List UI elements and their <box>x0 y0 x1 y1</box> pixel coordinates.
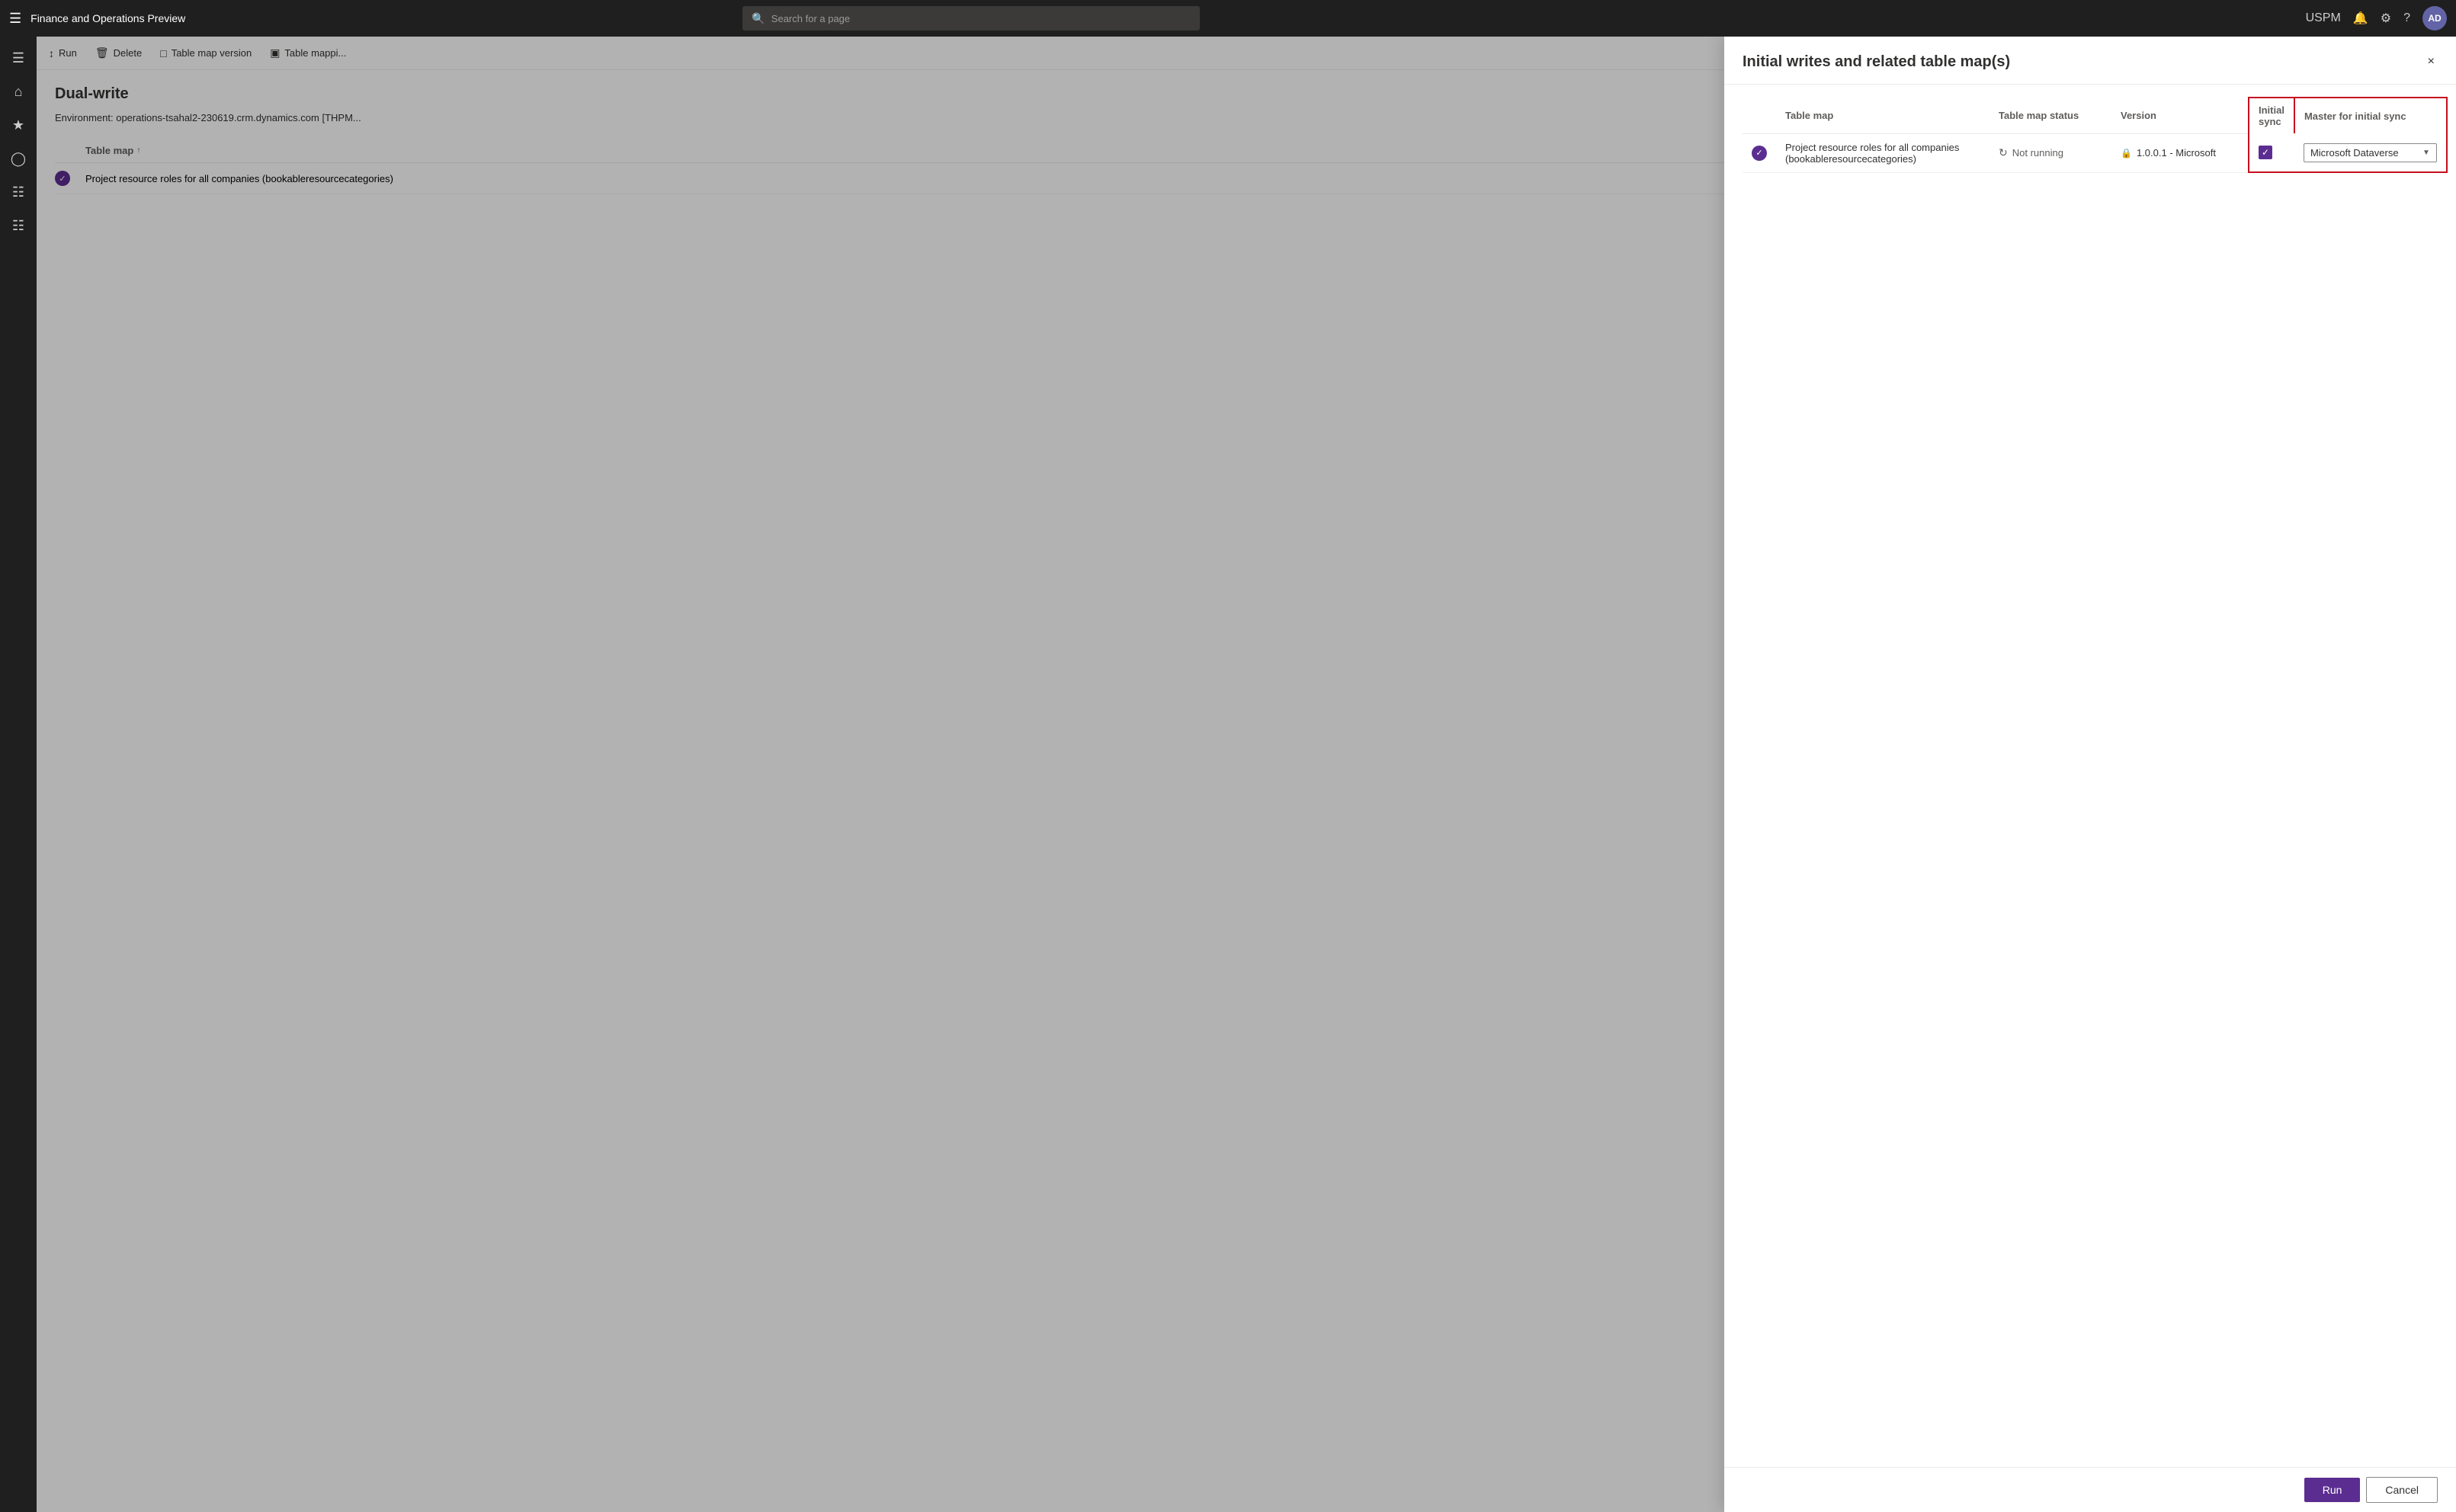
sidebar: ☰ ⌂ ★ ◯ ☷ ☷ <box>0 37 37 1512</box>
username-label: USPM <box>2306 11 2341 25</box>
help-icon[interactable]: ? <box>2403 11 2410 25</box>
modal-title: Initial writes and related table map(s) <box>1743 53 2010 71</box>
modal-table-row: ✓ Project resource roles for all compani… <box>1743 133 2447 172</box>
th-checkbox <box>1743 98 1776 133</box>
th-version: Version <box>2111 98 2249 133</box>
app-layout: ☰ ⌂ ★ ◯ ☷ ☷ ↕ Run 🗑 Delete □ Table map v… <box>0 37 2456 1512</box>
modal-close-button[interactable]: × <box>2425 52 2438 72</box>
topnav-right-controls: USPM 🔔 ⚙ ? AD <box>2306 6 2447 30</box>
modal-dialog: Initial writes and related table map(s) … <box>1724 37 2456 1512</box>
search-icon: 🔍 <box>752 12 765 25</box>
main-area: ↕ Run 🗑 Delete □ Table map version ▣ Tab… <box>37 37 2456 1512</box>
initial-sync-checkbox[interactable]: ✓ <box>2259 146 2272 159</box>
th-master-for-initial-sync: Master for initial sync <box>2294 98 2447 133</box>
row-version-cell: 🔒 1.0.0.1 - Microsoft <box>2111 133 2249 172</box>
sidebar-item-favorites[interactable]: ★ <box>3 110 34 140</box>
sidebar-item-hamburger[interactable]: ☰ <box>3 43 34 73</box>
th-initial-sync: Initial sync <box>2249 98 2294 133</box>
row-master-cell: Microsoft Dataverse ▼ <box>2294 133 2447 172</box>
search-input[interactable] <box>771 13 1191 24</box>
run-button-modal[interactable]: Run <box>2304 1478 2361 1502</box>
th-table-map-status: Table map status <box>1989 98 2111 133</box>
modal-table: Table map Table map status Version Initi… <box>1743 97 2448 173</box>
notification-icon[interactable]: 🔔 <box>2353 11 2368 26</box>
status-not-running: ↻ Not running <box>1999 146 2102 159</box>
modal-overlay: Initial writes and related table map(s) … <box>37 37 2456 1512</box>
chevron-down-icon: ▼ <box>2422 149 2430 157</box>
not-running-icon: ↻ <box>1999 146 2008 159</box>
avatar[interactable]: AD <box>2422 6 2447 30</box>
modal-table-header-row: Table map Table map status Version Initi… <box>1743 98 2447 133</box>
row-status-cell: ↻ Not running <box>1989 133 2111 172</box>
row-select-checkbox-cell: ✓ <box>1743 133 1776 172</box>
sidebar-item-recent[interactable]: ◯ <box>3 143 34 174</box>
sidebar-item-modules[interactable]: ☷ <box>3 210 34 241</box>
top-navigation: ☰ Finance and Operations Preview 🔍 USPM … <box>0 0 2456 37</box>
modal-header: Initial writes and related table map(s) … <box>1724 37 2456 85</box>
lock-icon: 🔒 <box>2121 148 2132 159</box>
settings-icon[interactable]: ⚙ <box>2381 11 2391 26</box>
modal-footer: Run Cancel <box>1724 1467 2456 1512</box>
cancel-button-modal[interactable]: Cancel <box>2366 1477 2438 1503</box>
modal-body: Table map Table map status Version Initi… <box>1724 85 2456 1467</box>
th-table-map: Table map <box>1776 98 1989 133</box>
search-bar[interactable]: 🔍 <box>742 6 1200 30</box>
app-title: Finance and Operations Preview <box>30 12 185 24</box>
master-dropdown[interactable]: Microsoft Dataverse ▼ <box>2304 143 2437 162</box>
hamburger-menu-icon[interactable]: ☰ <box>9 11 21 27</box>
sidebar-item-workspaces[interactable]: ☷ <box>3 177 34 207</box>
row-initial-sync-cell[interactable]: ✓ <box>2249 133 2294 172</box>
sidebar-item-home[interactable]: ⌂ <box>3 76 34 107</box>
row-select-check-circle[interactable]: ✓ <box>1752 146 1767 161</box>
row-table-map-cell: Project resource roles for all companies… <box>1776 133 1989 172</box>
